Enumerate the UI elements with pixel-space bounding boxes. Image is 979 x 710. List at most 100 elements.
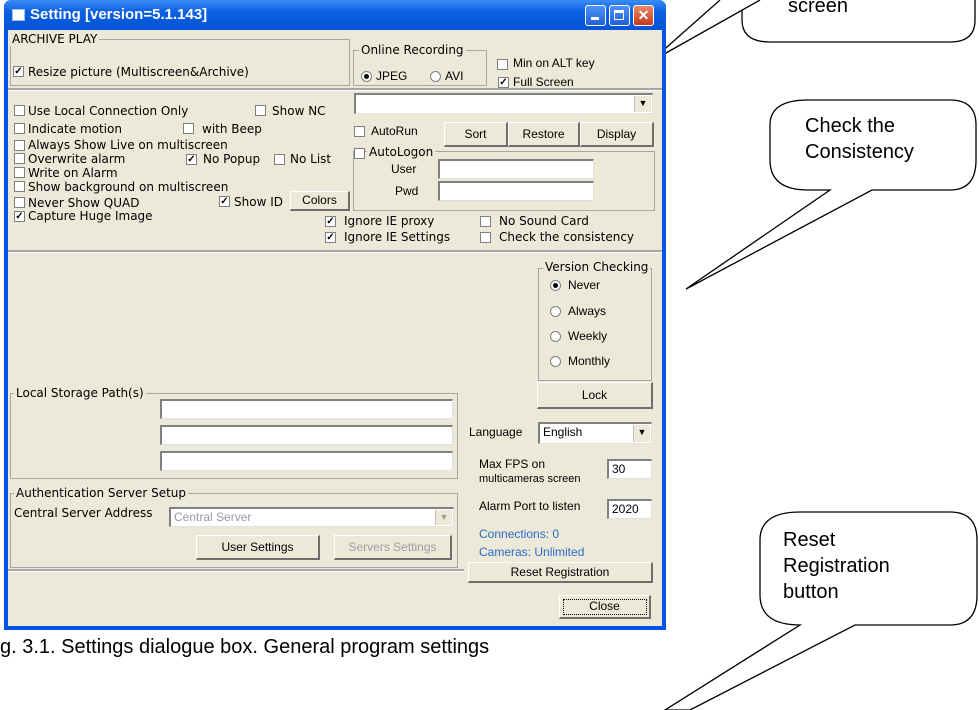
version-weekly-radio[interactable] bbox=[550, 331, 561, 342]
central-server-select[interactable]: Central Server ▼ bbox=[169, 507, 454, 527]
write-on-alarm-checkbox[interactable] bbox=[14, 167, 25, 178]
ignore-ie-settings-checkbox[interactable]: ✓ bbox=[325, 232, 336, 243]
alarm-port-label: Alarm Port to listen bbox=[479, 499, 581, 513]
maximize-icon bbox=[614, 10, 624, 20]
version-checking-label: Version Checking bbox=[543, 260, 651, 274]
display-button[interactable]: Display bbox=[580, 122, 654, 147]
divider bbox=[8, 88, 662, 91]
app-icon bbox=[12, 9, 25, 21]
jpeg-radio[interactable] bbox=[361, 71, 372, 82]
version-monthly-radio[interactable] bbox=[550, 356, 561, 367]
callout-reset-line3: button bbox=[783, 581, 839, 602]
version-always-radio[interactable] bbox=[550, 306, 561, 317]
resize-picture-checkbox[interactable]: ✓ bbox=[13, 66, 24, 77]
avi-radio[interactable] bbox=[430, 71, 441, 82]
online-recording-label: Online Recording bbox=[359, 43, 466, 57]
local-storage-label: Local Storage Path(s) bbox=[14, 386, 146, 400]
ignore-ie-settings-label: Ignore IE Settings bbox=[344, 230, 451, 244]
ignore-ie-proxy-label: Ignore IE proxy bbox=[344, 214, 435, 228]
jpeg-label: JPEG bbox=[376, 69, 408, 83]
lock-button[interactable]: Lock bbox=[537, 382, 653, 409]
full-screen-checkbox[interactable]: ✓ bbox=[498, 77, 509, 88]
chevron-down-icon[interactable]: ▼ bbox=[634, 96, 651, 112]
archive-play-label: ARCHIVE PLAY bbox=[10, 32, 100, 46]
maximize-button[interactable] bbox=[609, 5, 630, 26]
pwd-input[interactable] bbox=[438, 181, 594, 201]
autorun-checkbox[interactable] bbox=[354, 126, 365, 137]
version-weekly-label: Weekly bbox=[568, 329, 608, 343]
callout-screen-text: screen bbox=[788, 0, 849, 17]
always-show-live-checkbox[interactable] bbox=[14, 140, 25, 151]
dialog-client-area: ARCHIVE PLAY ✓ Resize picture (Multiscre… bbox=[8, 30, 662, 626]
central-server-value: Central Server bbox=[174, 510, 252, 524]
restore-button[interactable]: Restore bbox=[508, 122, 580, 147]
language-label: Language bbox=[469, 425, 523, 439]
check-consistency-checkbox[interactable] bbox=[480, 232, 491, 243]
version-monthly-label: Monthly bbox=[568, 354, 611, 368]
top-dropdown[interactable]: ▼ bbox=[354, 93, 653, 114]
alarm-port-input[interactable]: 2020 bbox=[607, 499, 652, 519]
reset-registration-button[interactable]: Reset Registration bbox=[468, 562, 653, 583]
sort-button[interactable]: Sort bbox=[444, 122, 508, 147]
minimize-button[interactable] bbox=[585, 5, 606, 26]
storage-path-input-2[interactable] bbox=[160, 425, 453, 445]
storage-path-input-1[interactable] bbox=[160, 399, 453, 419]
minimize-icon bbox=[591, 17, 599, 20]
always-show-live-label: Always Show Live on multiscreen bbox=[28, 138, 228, 152]
language-value: English bbox=[543, 425, 583, 439]
full-screen-label: Full Screen bbox=[513, 75, 574, 89]
autologon-checkbox[interactable] bbox=[354, 148, 365, 159]
max-fps-input[interactable]: 30 bbox=[607, 459, 652, 479]
divider bbox=[8, 250, 662, 253]
resize-picture-label: Resize picture (Multiscreen&Archive) bbox=[28, 65, 249, 79]
language-select[interactable]: English ▼ bbox=[538, 422, 652, 444]
close-x-icon: ✕ bbox=[637, 7, 650, 23]
write-on-alarm-label: Write on Alarm bbox=[28, 166, 118, 180]
no-sound-card-checkbox[interactable] bbox=[480, 216, 491, 227]
pwd-label: Pwd bbox=[395, 184, 419, 198]
ignore-ie-proxy-checkbox[interactable]: ✓ bbox=[325, 216, 336, 227]
min-on-alt-label: Min on ALT key bbox=[513, 56, 595, 70]
close-window-button[interactable]: ✕ bbox=[633, 5, 654, 26]
show-background-checkbox[interactable] bbox=[14, 181, 25, 192]
colors-button[interactable]: Colors bbox=[290, 191, 350, 211]
servers-settings-button[interactable]: Servers Settings bbox=[334, 535, 452, 560]
show-nc-checkbox[interactable] bbox=[255, 105, 266, 116]
central-server-label: Central Server Address bbox=[14, 506, 153, 520]
max-fps-label-line1: Max FPS on bbox=[479, 457, 546, 471]
user-settings-button[interactable]: User Settings bbox=[196, 535, 320, 560]
callout-consistency-line2: Consistency bbox=[805, 141, 914, 163]
indicate-motion-checkbox[interactable] bbox=[14, 123, 25, 134]
callout-reset-line2: Registration bbox=[783, 555, 890, 577]
max-fps-label-line2: multicameras screen bbox=[479, 473, 581, 485]
autologon-label: AutoLogon bbox=[367, 145, 436, 159]
show-nc-label: Show NC bbox=[272, 104, 326, 118]
show-id-checkbox[interactable]: ✓ bbox=[219, 196, 230, 207]
chevron-down-icon[interactable]: ▼ bbox=[435, 510, 452, 525]
no-popup-checkbox[interactable]: ✓ bbox=[186, 154, 197, 165]
version-never-radio[interactable] bbox=[550, 280, 561, 291]
user-input[interactable] bbox=[438, 159, 594, 179]
with-beep-checkbox[interactable] bbox=[183, 123, 194, 134]
close-button[interactable]: Close bbox=[559, 595, 651, 619]
use-local-connection-label: Use Local Connection Only bbox=[28, 104, 189, 118]
no-sound-card-label: No Sound Card bbox=[499, 214, 589, 228]
divider bbox=[8, 569, 464, 572]
callout-consistency-line1: Check the bbox=[805, 115, 896, 137]
avi-label: AVI bbox=[445, 69, 464, 83]
storage-path-input-3[interactable] bbox=[160, 451, 453, 471]
with-beep-label: with Beep bbox=[202, 122, 262, 136]
version-never-label: Never bbox=[568, 278, 601, 292]
auth-server-label: Authentication Server Setup bbox=[14, 486, 188, 500]
callout-reset-line1: Reset bbox=[783, 529, 836, 551]
no-popup-label: No Popup bbox=[203, 152, 261, 166]
capture-huge-image-checkbox[interactable]: ✓ bbox=[14, 211, 25, 222]
chevron-down-icon[interactable]: ▼ bbox=[633, 425, 650, 442]
never-show-quad-label: Never Show QUAD bbox=[28, 196, 140, 210]
version-always-label: Always bbox=[568, 304, 607, 318]
no-list-checkbox[interactable] bbox=[274, 154, 285, 165]
overwrite-alarm-checkbox[interactable] bbox=[14, 153, 25, 164]
never-show-quad-checkbox[interactable] bbox=[14, 197, 25, 208]
use-local-connection-checkbox[interactable] bbox=[14, 105, 25, 116]
min-on-alt-checkbox[interactable] bbox=[497, 59, 508, 70]
